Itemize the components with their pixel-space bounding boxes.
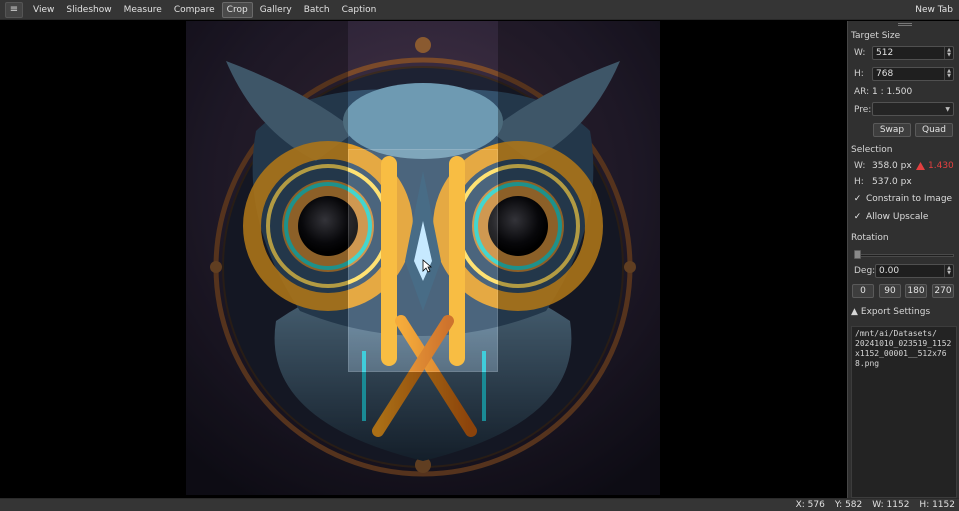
menu-compare[interactable]: Compare bbox=[169, 2, 220, 18]
aspect-ratio-label: AR: bbox=[854, 87, 870, 97]
rotation-title: Rotation bbox=[851, 233, 889, 243]
menu-measure[interactable]: Measure bbox=[119, 2, 167, 18]
preset-dropdown[interactable]: ▼ bbox=[872, 102, 954, 116]
rotate-180-button[interactable]: 180 bbox=[905, 284, 927, 298]
rotation-slider-track[interactable] bbox=[854, 254, 954, 257]
image-width-readout: W: 1152 bbox=[872, 500, 910, 510]
selection-height-label: H: bbox=[854, 177, 864, 187]
scale-warning-value: 1.430 bbox=[928, 161, 954, 171]
menubar: ≡ View Slideshow Measure Compare Crop Ga… bbox=[0, 0, 959, 20]
aspect-ratio-value: 1 : 1.500 bbox=[872, 87, 913, 97]
export-path-field[interactable]: /mnt/ai/Datasets/ 20241010_023519_1152x1… bbox=[851, 326, 957, 498]
rotate-270-button[interactable]: 270 bbox=[932, 284, 954, 298]
degree-label: Deg: bbox=[854, 266, 876, 276]
cursor-y-readout: Y: 582 bbox=[834, 500, 863, 510]
checkmark-icon: ✓ bbox=[853, 194, 862, 204]
target-height-label: H: bbox=[854, 69, 864, 79]
menu-caption[interactable]: Caption bbox=[337, 2, 382, 18]
image-canvas[interactable] bbox=[186, 21, 660, 495]
target-height-spin-buttons[interactable]: ▲ ▼ bbox=[944, 68, 953, 80]
chevron-down-icon: ▼ bbox=[945, 106, 950, 113]
swap-button[interactable]: Swap bbox=[873, 123, 911, 137]
panel-grip-handle[interactable] bbox=[898, 23, 912, 26]
degree-input[interactable]: 0.00 ▲ ▼ bbox=[875, 264, 954, 278]
degree-spin-buttons[interactable]: ▲ ▼ bbox=[944, 265, 953, 277]
constrain-to-image-checkbox[interactable]: ✓ Constrain to Image bbox=[853, 194, 952, 204]
crop-settings-panel: Target Size W: 512 ▲ ▼ H: 768 ▲ ▼ AR: 1 : … bbox=[847, 21, 959, 498]
target-height-input[interactable]: 768 ▲ ▼ bbox=[872, 67, 954, 81]
selection-height-value: 537.0 px bbox=[872, 177, 912, 187]
quad-button[interactable]: Quad bbox=[915, 123, 953, 137]
allow-upscale-checkbox[interactable]: ✓ Allow Upscale bbox=[853, 212, 929, 222]
selection-title: Selection bbox=[851, 145, 893, 155]
checkmark-icon: ✓ bbox=[853, 212, 862, 222]
cursor-x-readout: X: 576 bbox=[795, 500, 825, 510]
menu-slideshow[interactable]: Slideshow bbox=[61, 2, 116, 18]
hamburger-icon[interactable]: ≡ bbox=[5, 1, 23, 18]
selection-width-label: W: bbox=[854, 161, 866, 171]
rotation-slider-handle[interactable] bbox=[854, 250, 861, 259]
rotate-90-button[interactable]: 90 bbox=[879, 284, 901, 298]
new-tab-button[interactable]: New Tab bbox=[915, 5, 953, 15]
mouse-cursor-icon bbox=[422, 259, 432, 273]
triangle-up-icon: ▲ bbox=[851, 307, 858, 317]
statusbar: X: 576 Y: 582 W: 1152 H: 1152 bbox=[0, 498, 959, 511]
crop-shade-left bbox=[186, 21, 348, 495]
target-size-title: Target Size bbox=[851, 31, 901, 41]
menu-view[interactable]: View bbox=[28, 2, 59, 18]
export-settings-toggle[interactable]: ▲ Export Settings bbox=[851, 307, 930, 317]
target-width-label: W: bbox=[854, 48, 866, 58]
image-viewport[interactable] bbox=[0, 21, 847, 498]
crop-shade-bottom bbox=[348, 372, 498, 495]
preset-label: Pre: bbox=[854, 105, 872, 115]
selection-width-value: 358.0 px bbox=[872, 161, 912, 171]
rotate-0-button[interactable]: 0 bbox=[852, 284, 874, 298]
warning-icon bbox=[916, 162, 925, 170]
target-width-spin-buttons[interactable]: ▲ ▼ bbox=[944, 47, 953, 59]
image-height-readout: H: 1152 bbox=[919, 500, 955, 510]
menu-gallery[interactable]: Gallery bbox=[255, 2, 297, 18]
target-width-input[interactable]: 512 ▲ ▼ bbox=[872, 46, 954, 60]
menu-batch[interactable]: Batch bbox=[299, 2, 335, 18]
crop-shade-right bbox=[498, 21, 660, 495]
menu-crop[interactable]: Crop bbox=[221, 1, 253, 18]
